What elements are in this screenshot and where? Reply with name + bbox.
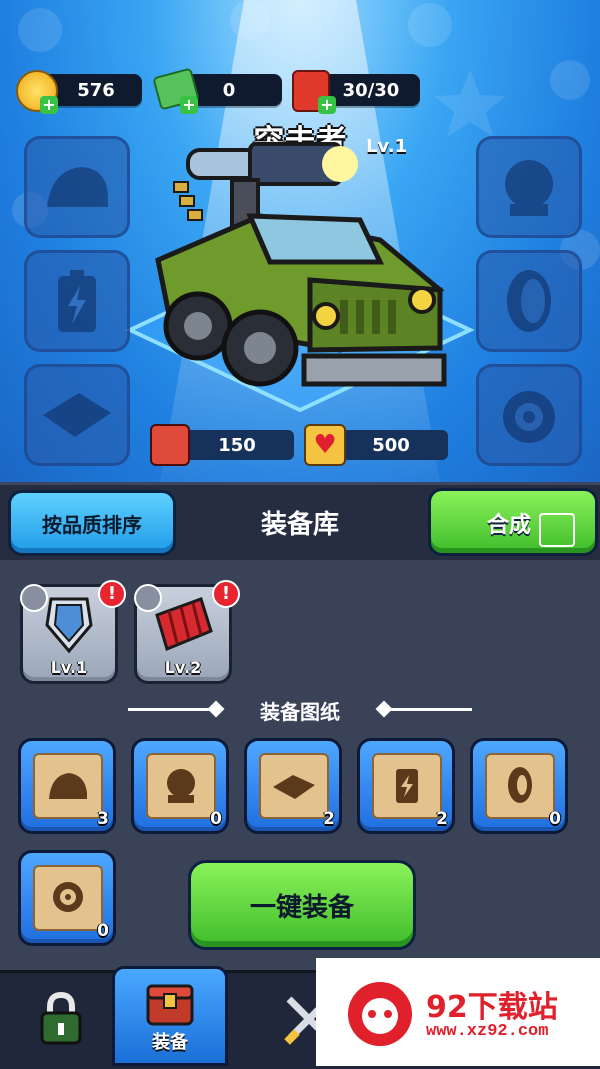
- lock-icon: [40, 991, 82, 1045]
- blueprint-card[interactable]: 3: [18, 738, 116, 834]
- blueprint-card[interactable]: 2: [357, 738, 455, 834]
- blueprint-count: 0: [549, 809, 561, 829]
- divider-left: [128, 708, 216, 711]
- helmet-icon: [47, 167, 108, 207]
- plate-icon: [273, 775, 315, 799]
- gauge-icon: [503, 391, 555, 443]
- gun-icon: [150, 424, 190, 466]
- blueprint-card[interactable]: 0: [18, 850, 116, 946]
- blueprint-card[interactable]: 0: [470, 738, 568, 834]
- helmet-icon: [49, 773, 87, 799]
- equip-all-button[interactable]: 一键装备: [188, 860, 416, 950]
- battery-icon: [396, 769, 418, 803]
- tire-icon: [508, 767, 532, 803]
- item-level: Lv.1: [50, 658, 88, 677]
- merge-label: 合成: [487, 513, 532, 538]
- blueprint-paper: [259, 753, 329, 819]
- blueprint-card[interactable]: 2: [244, 738, 342, 834]
- blueprint-count: 2: [436, 809, 448, 829]
- watermark-logo-icon: [348, 982, 412, 1046]
- engine-icon: [505, 160, 553, 216]
- blueprint-count: 0: [210, 809, 222, 829]
- engine-icon: [167, 769, 195, 803]
- watermark-url: www.xz92.com: [426, 1022, 549, 1041]
- coins-value: 576: [77, 79, 115, 101]
- item-level: Lv.2: [164, 658, 202, 677]
- new-alert-icon: !: [212, 580, 240, 608]
- attack-stat: 150: [180, 430, 294, 460]
- plate-icon: [43, 393, 111, 437]
- hp-value: 500: [372, 434, 410, 456]
- slot-gauge[interactable]: [476, 364, 582, 466]
- merge-button[interactable]: 合成: [428, 488, 598, 556]
- slot-plate[interactable]: [24, 364, 130, 466]
- add-cash-button[interactable]: +: [180, 96, 198, 114]
- sort-label: 按品质排序: [42, 512, 142, 537]
- blueprint-paper: [372, 753, 442, 819]
- storage-title: 装备库: [260, 510, 339, 540]
- tab-locked[interactable]: [6, 972, 116, 1066]
- new-alert-icon: !: [98, 580, 126, 608]
- blueprint-count: 0: [97, 921, 109, 941]
- helmet-badge-icon: [20, 584, 48, 612]
- tire-icon: [507, 270, 551, 332]
- shield-icon: [45, 597, 93, 654]
- slot-tire[interactable]: [476, 250, 582, 352]
- jeep-vehicle: [155, 142, 447, 387]
- blueprints-title: 装备图纸: [260, 700, 340, 724]
- gauge-icon: [53, 882, 83, 912]
- add-coins-button[interactable]: +: [40, 96, 58, 114]
- divider-right: [384, 708, 472, 711]
- battery-icon: [58, 270, 96, 332]
- equip-all-label: 一键装备: [249, 892, 354, 923]
- attack-value: 150: [218, 434, 256, 456]
- garage-scene: 576 + 0 + 30/30 + 突击者 Lv.1: [0, 0, 600, 482]
- slot-engine[interactable]: [476, 136, 582, 238]
- slot-battery[interactable]: [24, 250, 130, 352]
- add-fuel-button[interactable]: +: [318, 96, 336, 114]
- fuel-value: 30/30: [342, 79, 400, 101]
- chest-icon: [146, 984, 194, 1026]
- blueprint-paper: [485, 753, 555, 819]
- blueprint-count: 3: [97, 809, 109, 829]
- hp-stat: 500: [334, 430, 448, 460]
- watermark: 92下载站 www.xz92.com: [316, 958, 600, 1066]
- heart-icon: ♥: [304, 424, 346, 466]
- tab-equipment[interactable]: 装备: [112, 966, 228, 1066]
- slot-helmet[interactable]: [24, 136, 130, 238]
- engine-badge-icon: [134, 584, 162, 612]
- blueprint-paper: [146, 753, 216, 819]
- blueprint-paper: [33, 865, 103, 931]
- merge-icon: [539, 513, 575, 547]
- cash-value: 0: [222, 79, 236, 101]
- tab-equipment-label: 装备: [152, 1032, 188, 1053]
- blueprint-paper: [33, 753, 103, 819]
- blueprint-count: 2: [323, 809, 335, 829]
- sort-by-quality-button[interactable]: 按品质排序: [8, 490, 176, 556]
- watermark-brand: 92下载站: [426, 990, 558, 1025]
- blueprint-card[interactable]: 0: [131, 738, 229, 834]
